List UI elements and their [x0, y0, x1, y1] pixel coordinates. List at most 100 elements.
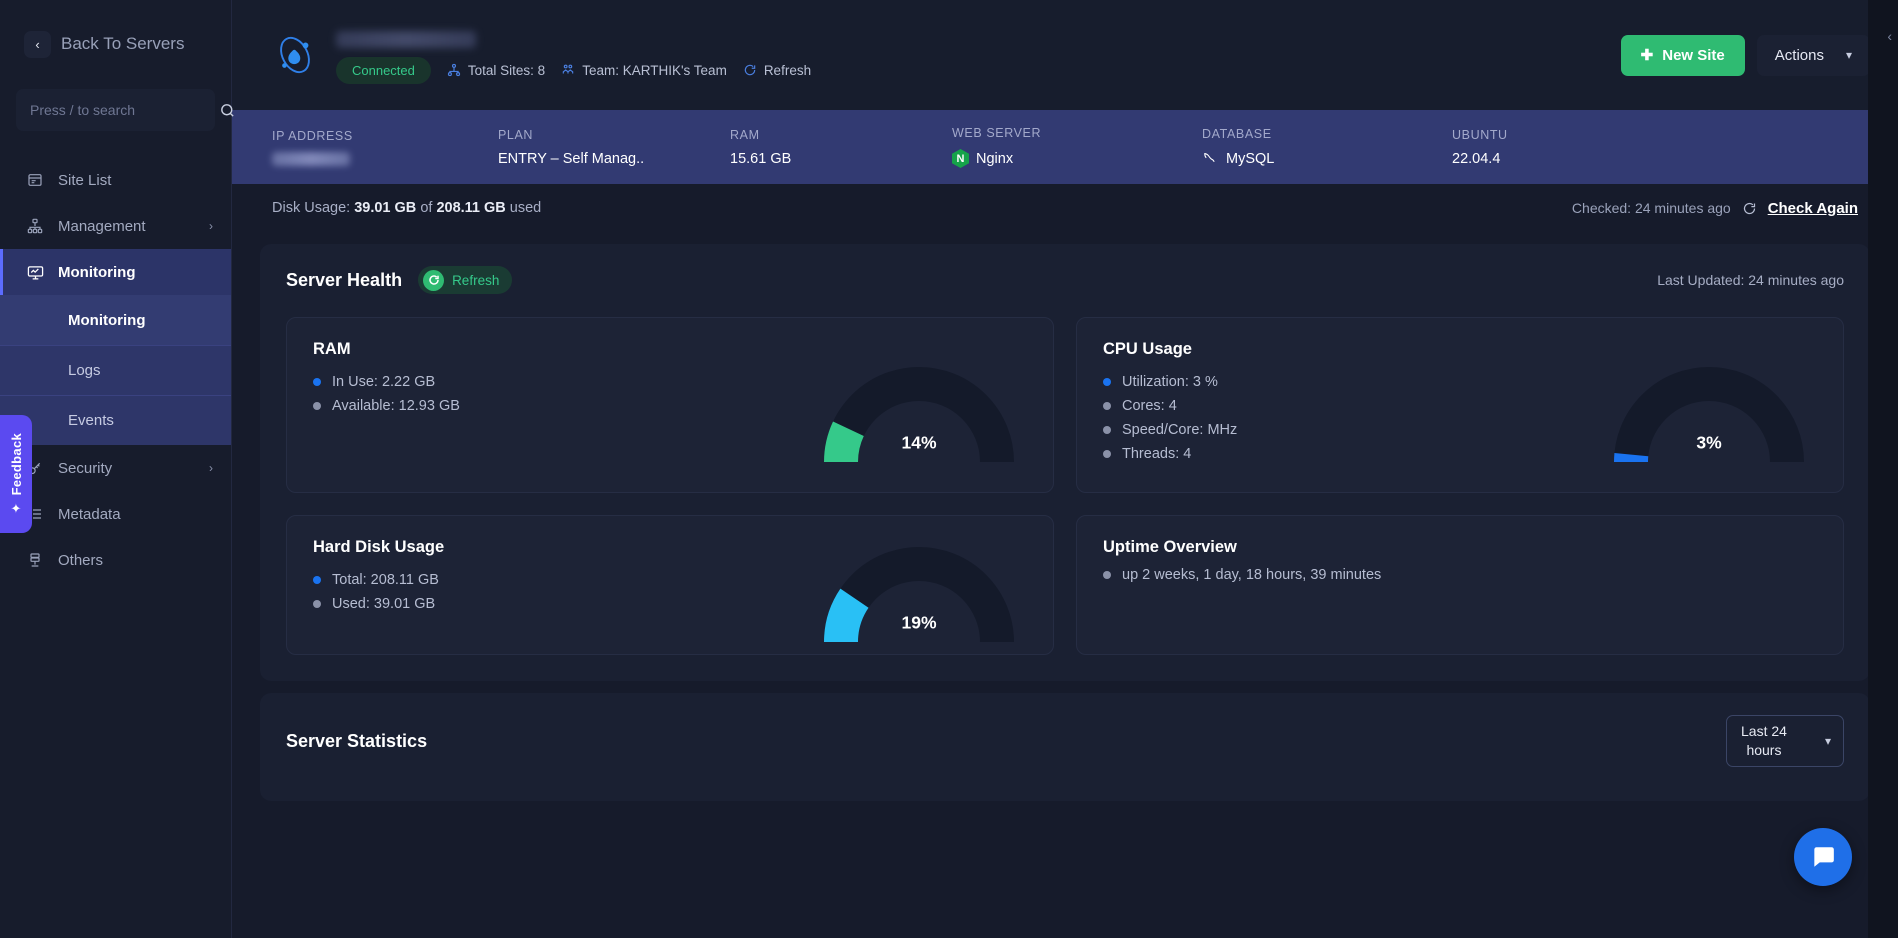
info-ip-address: IP ADDRESS	[272, 129, 498, 166]
server-statistics-header: Server Statistics Last 24 hours ▾	[286, 715, 1844, 767]
sidebar-item-others[interactable]: Others	[0, 537, 231, 583]
sidebar-item-security[interactable]: Security ›	[0, 445, 231, 491]
health-refresh-button[interactable]: Refresh	[418, 266, 513, 294]
card-title: Uptime Overview	[1103, 538, 1237, 556]
nginx-icon: N	[952, 149, 969, 168]
refresh-label: Refresh	[763, 62, 812, 78]
disk-middle: of	[420, 200, 433, 216]
gauge-ram: 14%	[809, 366, 1029, 470]
actions-button[interactable]: Actions ▾	[1756, 34, 1870, 76]
new-site-label: New Site	[1662, 46, 1725, 64]
team-label: Team: KARTHIK's Team	[582, 62, 727, 78]
bullet-icon	[1103, 450, 1111, 458]
stat-text: Utilization: 3 %	[1122, 374, 1218, 390]
disk-usage-text: Disk Usage: 39.01 GB of 208.11 GB used	[272, 200, 541, 216]
actions-label: Actions	[1774, 46, 1824, 64]
info-value	[272, 151, 498, 166]
server-info-strip: IP ADDRESS PLAN ENTRY – Self Manag.. RAM…	[232, 110, 1898, 184]
refresh-icon	[743, 63, 757, 77]
info-web-server: WEB SERVER N Nginx	[952, 126, 1202, 168]
feedback-label: Feedback	[8, 433, 24, 496]
info-label: UBUNTU	[1452, 127, 1508, 142]
info-label: DATABASE	[1202, 127, 1272, 141]
info-value-row: N Nginx	[952, 149, 1202, 168]
health-refresh-label: Refresh	[452, 272, 500, 288]
sidebar-label: Management	[58, 217, 146, 235]
list-item: up 2 weeks, 1 day, 18 hours, 39 minutes	[1103, 567, 1817, 583]
time-range-dropdown[interactable]: Last 24 hours ▾	[1726, 715, 1844, 767]
health-card-cpu: CPU Usage Utilization: 3 % Cores: 4 Spee…	[1076, 317, 1844, 493]
bullet-icon	[1103, 378, 1111, 386]
info-value: 15.61 GB	[730, 150, 792, 167]
sidebar-label: Security	[58, 459, 113, 477]
sparkles-icon: ✦	[10, 500, 22, 516]
submenu-label: Events	[68, 412, 114, 429]
stat-text: Used: 39.01 GB	[332, 596, 436, 612]
search-icon[interactable]	[219, 102, 236, 119]
bullet-icon	[313, 402, 321, 410]
gauge-value: 19%	[901, 612, 937, 633]
bullet-icon	[313, 378, 321, 386]
checked-timestamp: Checked: 24 minutes ago	[1571, 200, 1731, 216]
stat-text: Available: 12.93 GB	[332, 398, 460, 414]
refresh-chip[interactable]: Refresh	[743, 63, 811, 78]
back-to-servers-button[interactable]: ‹ Back To Servers	[0, 22, 231, 66]
sidebar-item-management[interactable]: Management ›	[0, 203, 231, 249]
total-sites-label: Total Sites: 8	[467, 62, 546, 78]
sidebar-item-site-list[interactable]: Site List	[0, 157, 231, 203]
info-value: ENTRY – Self Manag..	[498, 150, 645, 167]
submenu-item-logs[interactable]: Logs	[0, 345, 231, 395]
server-statistics-panel: Server Statistics Last 24 hours ▾	[260, 693, 1870, 801]
sidebar-label: Site List	[58, 171, 112, 189]
server-health-header: Server Health Refresh Last Updated: 24 m…	[286, 266, 1844, 294]
team-icon	[561, 63, 575, 77]
feedback-tab[interactable]: Feedback ✦	[0, 415, 32, 533]
server-monitoring-page: Feedback ✦ ‹ Back To Servers Press / to …	[0, 0, 1898, 938]
info-label: IP ADDRESS	[272, 128, 353, 143]
time-range-value: Last 24 hours	[1741, 722, 1787, 760]
search-input[interactable]	[30, 102, 211, 118]
stat-text: Total: 208.11 GB	[332, 572, 439, 588]
team-chip: Team: KARTHIK's Team	[561, 63, 727, 78]
sidebar-item-monitoring[interactable]: Monitoring	[0, 249, 231, 295]
total-sites-chip: Total Sites: 8	[447, 63, 545, 78]
disk-prefix: Disk Usage:	[272, 200, 351, 216]
cloud-orbit-icon	[272, 32, 318, 78]
back-to-servers-label: Back To Servers	[61, 34, 185, 53]
sidebar-label: Metadata	[58, 505, 121, 523]
sidebar: ‹ Back To Servers Site List	[0, 0, 234, 938]
server-health-panel: Server Health Refresh Last Updated: 24 m…	[260, 244, 1870, 681]
range-line-2: hours	[1746, 742, 1782, 758]
info-ubuntu: UBUNTU 22.04.4	[1452, 128, 1508, 167]
info-plan: PLAN ENTRY – Self Manag..	[498, 128, 730, 167]
stat-text: Threads: 4	[1122, 446, 1192, 462]
submenu-item-monitoring[interactable]: Monitoring	[0, 295, 231, 345]
info-label: WEB SERVER	[952, 126, 1042, 140]
right-rail: ‹	[1868, 0, 1898, 938]
chat-support-button[interactable]	[1794, 828, 1852, 886]
last-updated-label: Last Updated: 24 minutes ago	[1657, 272, 1844, 288]
window-icon	[26, 172, 44, 188]
info-ram: RAM 15.61 GB	[730, 128, 952, 167]
card-title: RAM	[313, 340, 351, 358]
disk-usage-row: Disk Usage: 39.01 GB of 208.11 GB used C…	[232, 184, 1898, 232]
header-actions: ✚ New Site Actions ▾	[1620, 34, 1870, 76]
submenu-item-events[interactable]: Events	[0, 395, 231, 445]
chevron-down-icon: ▾	[1824, 733, 1831, 748]
ip-address-redacted	[272, 151, 350, 166]
info-database: DATABASE MySQL	[1202, 127, 1452, 167]
info-value: MySQL	[1226, 150, 1275, 167]
refresh-icon[interactable]	[1742, 201, 1757, 216]
status-badge: Connected	[336, 56, 431, 84]
new-site-button[interactable]: ✚ New Site	[1620, 34, 1745, 76]
sites-icon	[447, 63, 461, 77]
bullet-icon	[313, 600, 321, 608]
stat-text: up 2 weeks, 1 day, 18 hours, 39 minutes	[1122, 567, 1382, 583]
sidebar-search[interactable]	[16, 89, 234, 131]
submenu-label: Logs	[68, 362, 101, 379]
monitoring-submenu: Monitoring Logs Events	[0, 295, 231, 445]
collapse-panel-icon[interactable]: ‹	[1887, 28, 1892, 44]
sidebar-item-metadata[interactable]: Metadata	[0, 491, 231, 537]
server-name-redacted	[336, 30, 476, 48]
check-again-link[interactable]: Check Again	[1768, 200, 1858, 217]
